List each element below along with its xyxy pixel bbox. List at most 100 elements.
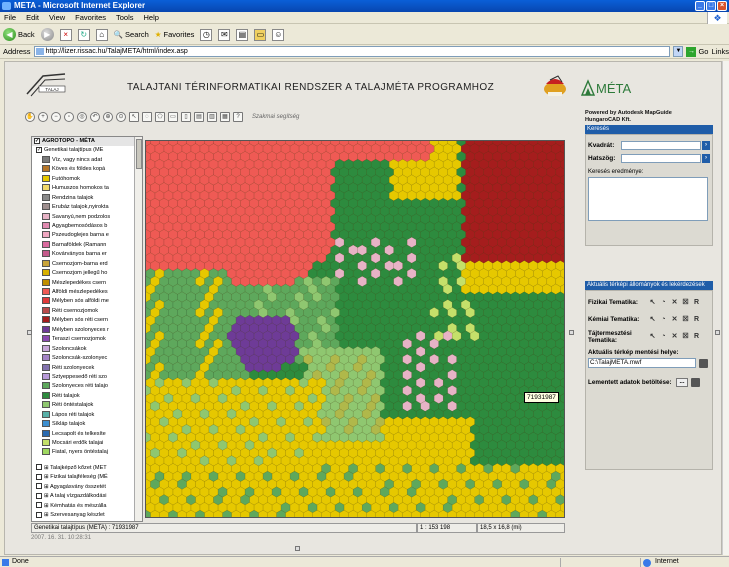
- group-checkbox[interactable]: ✓: [36, 146, 42, 153]
- legend-swatch: [42, 363, 50, 371]
- layer-checkbox[interactable]: [36, 473, 42, 480]
- folder-button[interactable]: ▭: [254, 28, 267, 41]
- save-map-icon[interactable]: ▦: [220, 112, 230, 122]
- layer-checkbox[interactable]: [36, 483, 42, 490]
- back-button[interactable]: ◀ Back: [3, 28, 35, 41]
- clear-selection-icon[interactable]: ▭: [168, 112, 178, 122]
- history-button[interactable]: ◷: [200, 28, 213, 41]
- legend-item-label: Erubáz talajok,nyirokta: [52, 204, 109, 211]
- kvadrat-input[interactable]: [621, 141, 701, 150]
- clear-icon[interactable]: ✕: [670, 298, 679, 307]
- zoom-previous-icon[interactable]: ↶: [90, 112, 100, 122]
- legend-group[interactable]: ✓ Genetikai talajtípus (ME: [32, 146, 142, 155]
- legend-swatch: [42, 278, 50, 286]
- stop-button[interactable]: ×: [59, 28, 72, 41]
- select-radius-icon[interactable]: ◌: [142, 112, 152, 122]
- menu-help[interactable]: Help: [144, 13, 159, 22]
- clear-icon[interactable]: ✕: [670, 315, 679, 324]
- legend-other-group[interactable]: ⊞ A talaj vízgazdálkodási: [32, 492, 142, 501]
- home-button[interactable]: ⌂: [95, 28, 108, 41]
- right-frame-handle[interactable]: [715, 330, 720, 335]
- left-frame-handle[interactable]: [27, 330, 32, 335]
- legend-item: Savanyú,nem podzolos: [32, 212, 142, 222]
- menu-tools[interactable]: Tools: [116, 13, 134, 22]
- radius-icon[interactable]: ◔: [659, 315, 668, 324]
- help-icon[interactable]: ?: [233, 112, 243, 122]
- radius-icon[interactable]: ◔: [659, 332, 668, 341]
- menu-edit[interactable]: Edit: [26, 13, 39, 22]
- legend-other-group[interactable]: ⊞ Fizikai talajféleség (MÉ: [32, 473, 142, 482]
- browse-button[interactable]: ...: [676, 378, 688, 387]
- maximize-button[interactable]: □: [706, 1, 716, 11]
- legend-other-group[interactable]: ⊞ Talajképző kőzet (MET: [32, 464, 142, 473]
- links-button[interactable]: Links: [711, 47, 729, 56]
- map-view[interactable]: 71931987: [145, 140, 565, 518]
- go-button[interactable]: → Go: [686, 46, 708, 57]
- zoom-window-icon[interactable]: ▫: [64, 112, 74, 122]
- forward-button[interactable]: ▶: [40, 28, 54, 41]
- clear-icon[interactable]: ✕: [670, 332, 679, 341]
- talaj-logo: TALAJ: [26, 73, 66, 97]
- menu-favorites[interactable]: Favorites: [75, 13, 106, 22]
- address-input[interactable]: http://lizer.rissac.hu/TalajMETA/html/in…: [33, 46, 671, 57]
- search-button[interactable]: 🔍 Search: [114, 30, 149, 39]
- legend-item: Réti csernozjomok: [32, 306, 142, 316]
- hatszog-go-button[interactable]: ›: [702, 154, 710, 163]
- box-icon[interactable]: ☒: [681, 315, 690, 324]
- legend-root[interactable]: ✓ AGROTOPO - MÉTA: [32, 137, 142, 147]
- print-map-icon[interactable]: ▤: [194, 112, 204, 122]
- layer-checkbox[interactable]: [36, 502, 42, 509]
- bottom-frame-handle[interactable]: [295, 546, 300, 551]
- map-tips-icon[interactable]: ▯: [181, 112, 191, 122]
- print-button[interactable]: ▤: [236, 28, 249, 41]
- results-box[interactable]: [588, 177, 708, 221]
- kvadrat-go-button[interactable]: ›: [702, 141, 710, 150]
- zoom-layer-icon[interactable]: ⊙: [116, 112, 126, 122]
- help-label[interactable]: Szakmai segítség: [252, 114, 299, 120]
- pointer-icon[interactable]: ↖: [648, 332, 657, 341]
- report-icon[interactable]: R: [692, 332, 701, 341]
- hatszog-input[interactable]: [621, 154, 701, 163]
- mail-button[interactable]: ✉: [218, 28, 231, 41]
- messenger-button[interactable]: ☺: [272, 28, 285, 41]
- box-icon[interactable]: ☒: [681, 298, 690, 307]
- pointer-icon[interactable]: ↖: [648, 315, 657, 324]
- favorites-button[interactable]: ★ Favorites: [155, 30, 195, 39]
- radius-icon[interactable]: ◔: [659, 298, 668, 307]
- legend-other-group[interactable]: ⊞ Szervesanyag készlet: [32, 511, 142, 520]
- save-path-input[interactable]: C:\TalajMETA.mwf: [588, 358, 696, 368]
- select-icon[interactable]: ↖: [129, 112, 139, 122]
- address-dropdown[interactable]: ▼: [673, 46, 684, 57]
- load-disk-icon[interactable]: [691, 378, 700, 387]
- zoom-selection-icon[interactable]: ⊕: [103, 112, 113, 122]
- zoom-in-icon[interactable]: +: [38, 112, 48, 122]
- zoom-out-icon[interactable]: −: [51, 112, 61, 122]
- minimize-button[interactable]: _: [695, 1, 705, 11]
- layer-checkbox[interactable]: [36, 511, 42, 518]
- refresh-button[interactable]: ↻: [77, 28, 90, 41]
- close-button[interactable]: ×: [717, 1, 727, 11]
- layer-checkbox[interactable]: [36, 464, 42, 471]
- report-icon[interactable]: R: [692, 298, 701, 307]
- soil-map-canvas[interactable]: [146, 141, 565, 518]
- box-icon[interactable]: ☒: [681, 332, 690, 341]
- menu-view[interactable]: View: [49, 13, 65, 22]
- root-checkbox[interactable]: ✓: [34, 137, 40, 144]
- report-icon[interactable]: R: [692, 315, 701, 324]
- zoom-extent-icon[interactable]: ◎: [77, 112, 87, 122]
- page-scrollbar[interactable]: [722, 61, 729, 555]
- legend-item: Réti szolonyecek: [32, 363, 142, 373]
- select-polygon-icon[interactable]: ⬠: [155, 112, 165, 122]
- star-icon: ★: [154, 30, 162, 39]
- copy-map-icon[interactable]: ▥: [207, 112, 217, 122]
- layer-checkbox[interactable]: [36, 492, 42, 499]
- pan-tool-icon[interactable]: ✋: [25, 112, 35, 122]
- save-disk-icon[interactable]: [699, 358, 708, 368]
- menu-file[interactable]: File: [4, 13, 16, 22]
- legend-scroll-thumb[interactable]: [136, 139, 142, 169]
- legend-scrollbar[interactable]: [134, 137, 142, 521]
- legend-other-group[interactable]: ⊞ Kémhatás és mészálla: [32, 502, 142, 511]
- mid-frame-handle[interactable]: [569, 330, 574, 335]
- legend-other-group[interactable]: ⊞ Agyagásvány összetét: [32, 483, 142, 492]
- pointer-icon[interactable]: ↖: [648, 298, 657, 307]
